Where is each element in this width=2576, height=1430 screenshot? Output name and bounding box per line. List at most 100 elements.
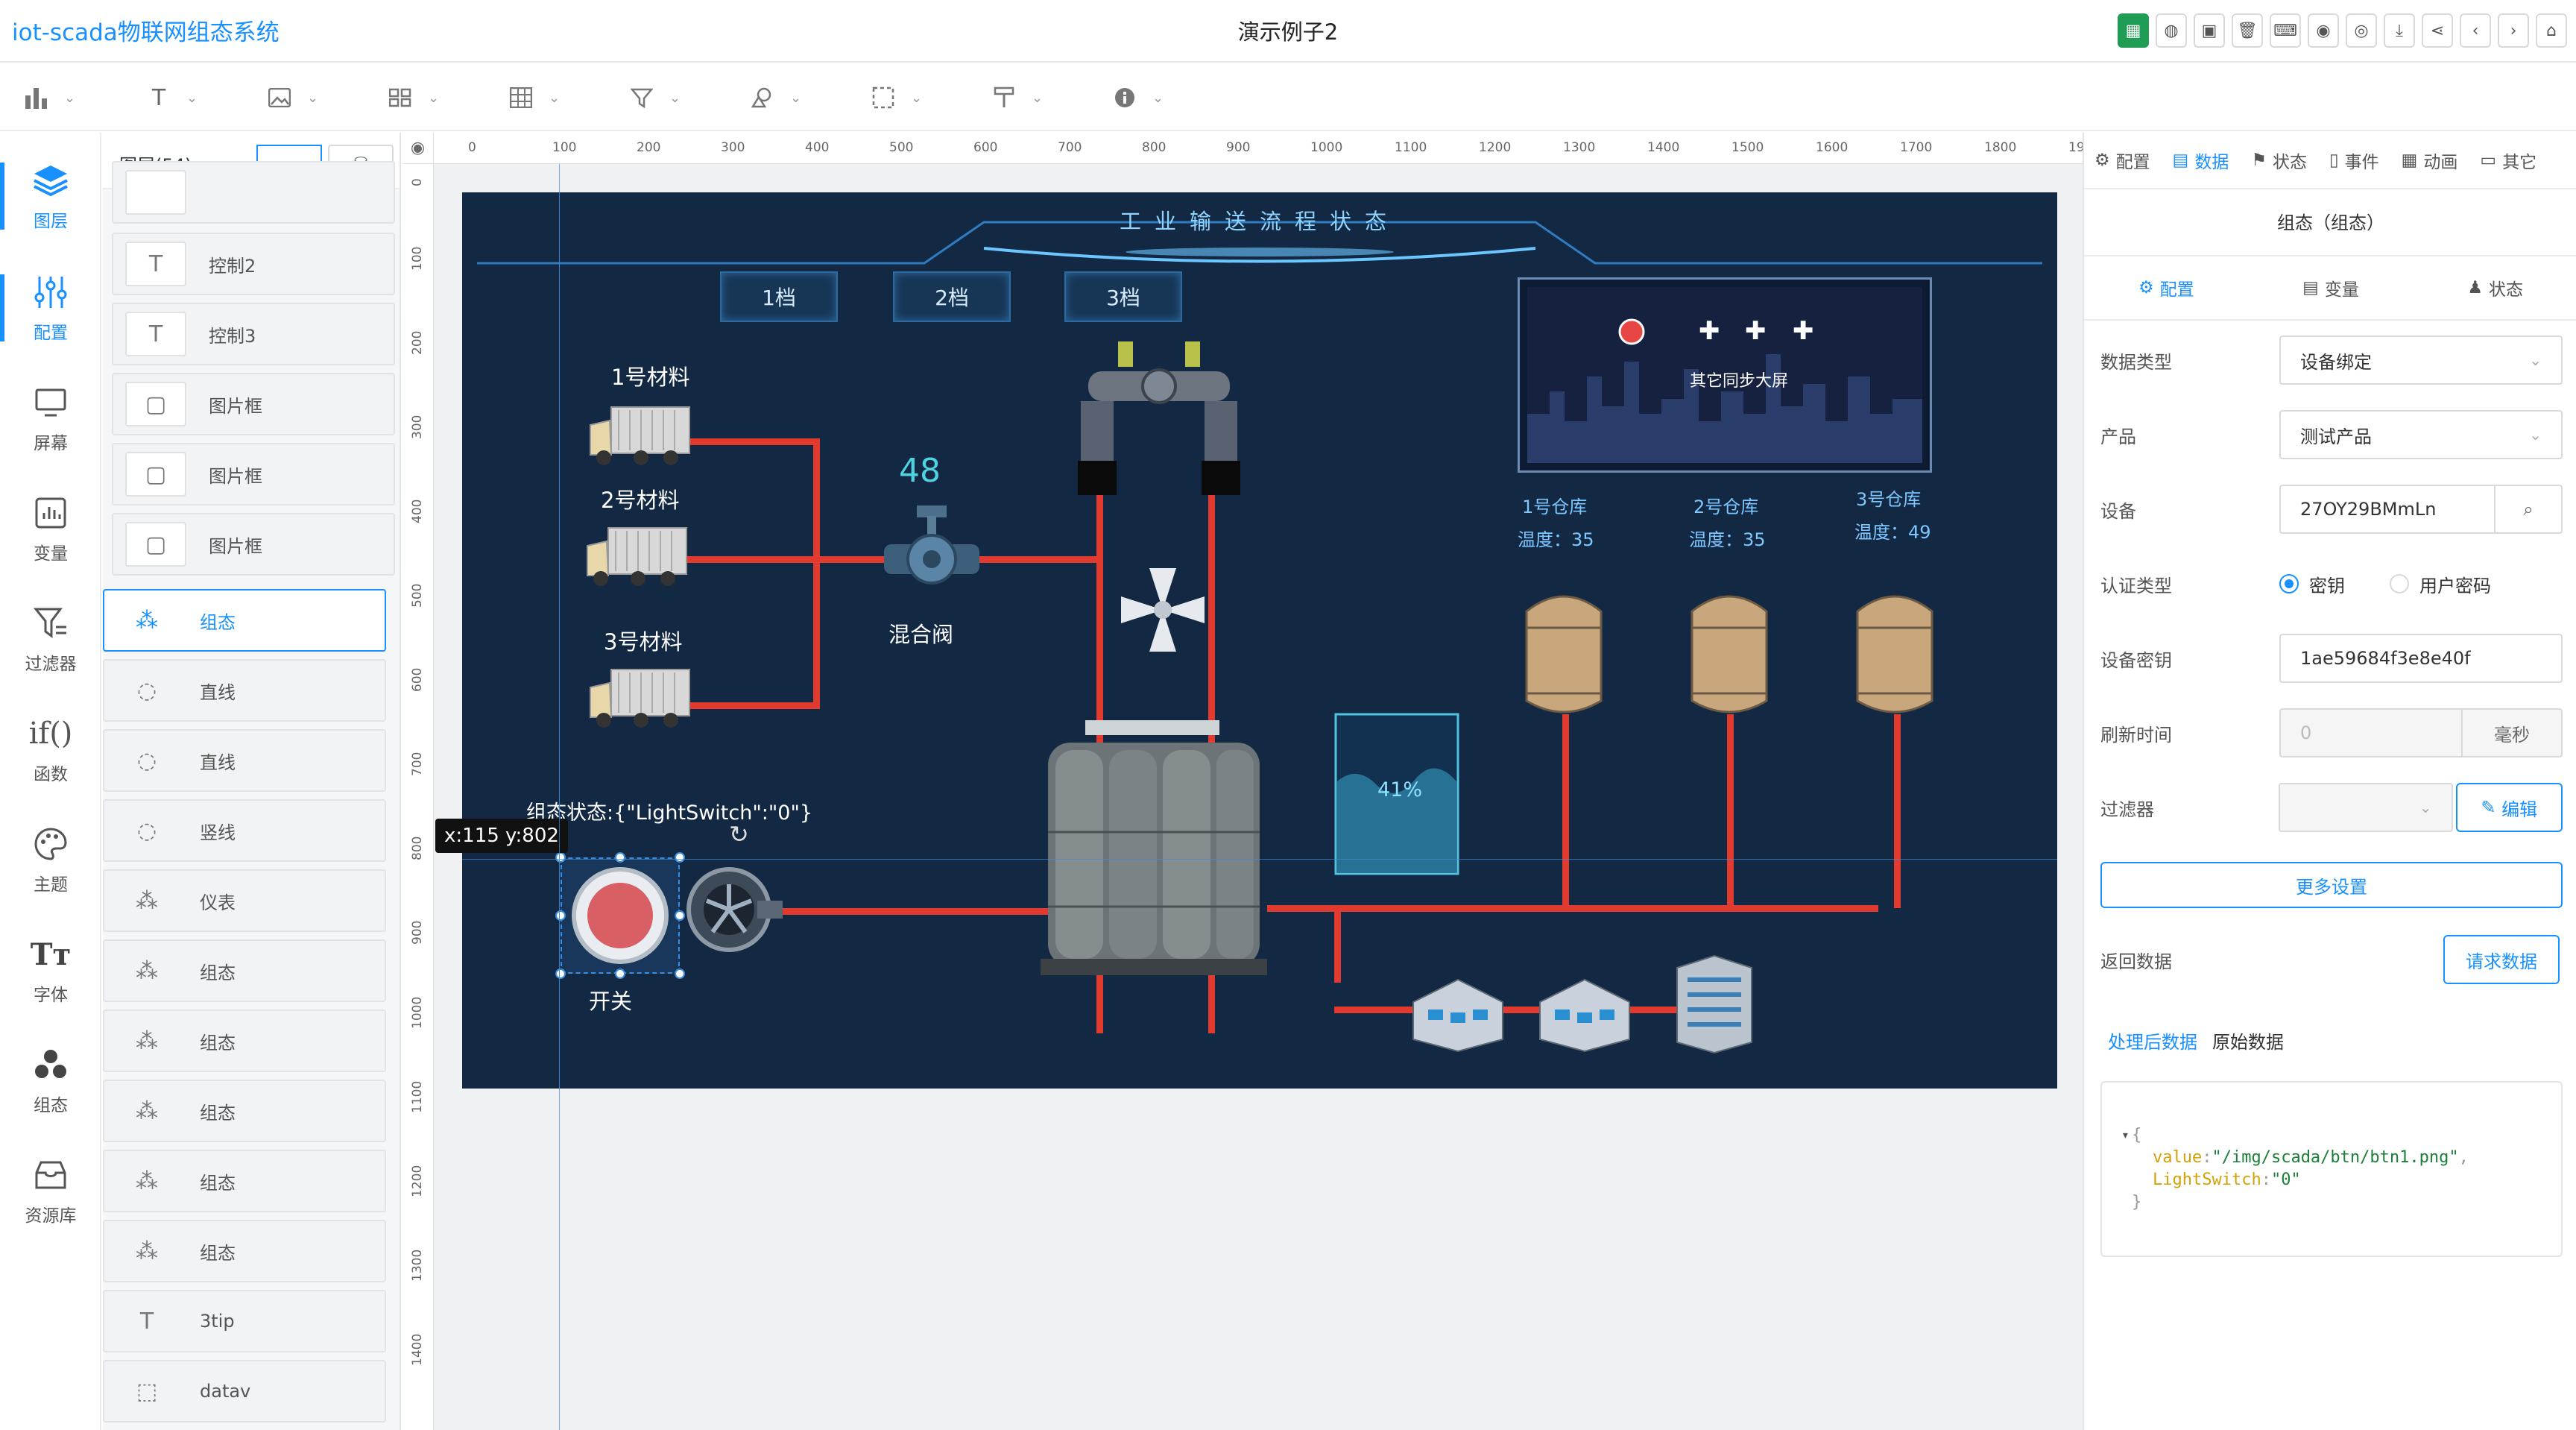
shape-tool[interactable]: ⌄ [748, 81, 801, 115]
layer-item[interactable]: ⁂ 仪表 [103, 869, 386, 932]
power-switch-button[interactable] [566, 863, 674, 968]
request-data-button[interactable]: 请求数据 [2443, 935, 2560, 984]
subtab-config[interactable]: ⚙ 配置 [2084, 256, 2249, 319]
layer-item[interactable]: ⁂ 组态 [103, 1009, 386, 1072]
variable-icon [31, 493, 71, 533]
eye-icon[interactable]: ◉ [402, 133, 434, 164]
tab-data[interactable]: ▤ 数据 [2173, 148, 2229, 173]
resize-handle[interactable] [555, 852, 566, 863]
nav-theme[interactable]: 主题 [0, 811, 101, 908]
layer-item[interactable]: ⁂ 组态 [103, 939, 386, 1002]
edit-filter-button[interactable]: ✎ 编辑 [2455, 783, 2563, 832]
nav-function[interactable]: if() 函数 [0, 701, 101, 798]
layer-item[interactable]: ⁂ 组态 [103, 1150, 386, 1212]
resize-handle[interactable] [675, 968, 685, 979]
subtab-variable[interactable]: ▤ 变量 [2249, 256, 2414, 319]
resize-handle[interactable] [615, 968, 625, 979]
refresh-input[interactable]: 0 [2279, 708, 2463, 757]
resize-handle[interactable] [555, 910, 566, 921]
layer-item[interactable]: ▢ 图片框 [112, 443, 395, 505]
data-type-select[interactable]: 设备绑定 ⌄ [2279, 336, 2563, 385]
select-tool[interactable]: ⌄ [869, 81, 922, 115]
auth-password-radio[interactable]: 用户密码 [2390, 571, 2491, 597]
secret-label: 设备密钥 [2100, 649, 2172, 671]
keyboard-icon[interactable]: ⌨ [2270, 13, 2301, 48]
table-tool[interactable]: ⌄ [507, 81, 560, 115]
brush-tool[interactable]: ⌄ [990, 81, 1043, 115]
tab-config[interactable]: ⚙ 配置 [2094, 148, 2150, 173]
camera-icon[interactable]: ◉ [2308, 13, 2339, 48]
layer-item[interactable]: T 控制2 [112, 233, 395, 295]
collapse-caret-icon[interactable]: ▾ [2121, 1124, 2130, 1147]
radio-dot [2279, 574, 2299, 593]
resize-handle[interactable] [615, 852, 625, 863]
auth-secret-radio[interactable]: 密钥 [2279, 571, 2345, 597]
layer-name: 组态 [200, 962, 236, 983]
tab-state[interactable]: ⚑ 状态 [2251, 148, 2307, 173]
layer-item[interactable]: ◌ 直线 [103, 729, 386, 792]
layer-item[interactable]: ⁂ 组态 [103, 1220, 386, 1282]
layer-item[interactable]: ◌ 直线 [103, 659, 386, 722]
chevron-down-icon: ⌄ [428, 89, 440, 106]
layer-item[interactable]: ⁂ 组态 [103, 1080, 386, 1142]
gear-2-button[interactable]: 2档 [893, 271, 1011, 322]
nav-variable[interactable]: 变量 [0, 480, 101, 577]
nav-filter[interactable]: 过滤器 [0, 590, 101, 687]
nav-config[interactable]: 配置 [0, 259, 101, 356]
save-icon[interactable]: ▣ [2194, 13, 2225, 48]
layer-item[interactable]: ⬚ datav [103, 1360, 386, 1423]
redo-icon[interactable]: › [2498, 13, 2529, 48]
layer-item-partial[interactable] [112, 161, 395, 224]
layer-item[interactable]: ▢ 图片框 [112, 513, 395, 576]
nav-scada[interactable]: 组态 [0, 1032, 101, 1129]
nav-library[interactable]: 资源库 [0, 1142, 101, 1239]
search-icon[interactable]: ⌕ [2496, 485, 2563, 534]
tab-raw-data[interactable]: 原始数据 [2212, 1027, 2284, 1053]
gear-3-button[interactable]: 3档 [1064, 271, 1182, 322]
secret-input[interactable]: 1ae59684f3e8e40f [2279, 634, 2563, 683]
layer-item-selected[interactable]: ⁂ 组态 [103, 589, 386, 652]
scada-canvas[interactable]: 工业输送流程状态 1档 2档 3档 1号材料 2号材料 3号材料 48 混合阀 … [462, 192, 2057, 1089]
filter-tool[interactable]: ⌄ [628, 81, 681, 115]
info-tool[interactable]: ⌄ [1111, 81, 1164, 115]
delete-icon[interactable]: 🗑 [2232, 13, 2263, 48]
undo-icon[interactable]: ‹ [2460, 13, 2491, 48]
editor-stage[interactable]: ◉ 0 100 200 300 400 500 600 700 800 900 1000 1100 12… [402, 133, 2083, 1430]
resize-handle[interactable] [675, 852, 685, 863]
layer-item[interactable]: T 控制3 [112, 303, 395, 365]
home-icon[interactable]: ⌂ [2536, 13, 2567, 48]
download-icon[interactable]: ⤓ [2384, 13, 2415, 48]
chart-tool[interactable]: ⌄ [22, 81, 75, 115]
nav-screen[interactable]: 屏幕 [0, 370, 101, 467]
gear-1-button[interactable]: 1档 [720, 271, 838, 322]
tab-event[interactable]: ▯ 事件 [2329, 148, 2379, 173]
excel-icon[interactable]: ▦ [2118, 13, 2149, 48]
component-tool[interactable]: ⌄ [386, 81, 439, 115]
tab-processed-data[interactable]: 处理后数据 [2108, 1027, 2197, 1053]
layer-item[interactable]: T 3tip [103, 1290, 386, 1352]
device-input[interactable]: 27OY29BMmLn [2279, 485, 2496, 534]
tab-animation[interactable]: ▦ 动画 [2402, 148, 2458, 173]
share-icon[interactable]: ⋖ [2422, 13, 2453, 48]
more-settings-button[interactable]: 更多设置 [2100, 862, 2563, 908]
pipe [976, 556, 1103, 563]
eye-icon[interactable]: ◎ [2346, 13, 2377, 48]
palette-icon[interactable]: ◍ [2156, 13, 2187, 48]
layer-item[interactable]: ◌ 竖线 [103, 799, 386, 862]
nav-layers[interactable]: 图层 [0, 148, 101, 245]
subtab-state[interactable]: ♟ 状态 [2413, 256, 2576, 319]
valve-icon[interactable] [880, 500, 984, 596]
json-result-viewer[interactable]: ▾{ value:"/img/scada/btn/btn1.png", Ligh… [2100, 1081, 2563, 1257]
image-tool[interactable]: ⌄ [265, 81, 318, 115]
ruler-tick-label: 700 [410, 752, 425, 776]
text-tool[interactable]: T ⌄ [145, 81, 198, 115]
product-select[interactable]: 测试产品 ⌄ [2279, 410, 2563, 459]
nav-font[interactable]: Tт 字体 [0, 922, 101, 1018]
filter-select[interactable]: ⌄ [2279, 783, 2453, 832]
chevron-down-icon: ⌄ [911, 89, 923, 106]
rotate-icon[interactable]: ↻ [729, 820, 749, 848]
tab-other[interactable]: ▭ 其它 [2480, 148, 2536, 173]
layer-item[interactable]: ▢ 图片框 [112, 373, 395, 435]
sync-screen-preview[interactable]: ✚ ✚ ✚ 其它同步大屏 [1518, 277, 1932, 473]
resize-handle[interactable] [555, 968, 566, 979]
